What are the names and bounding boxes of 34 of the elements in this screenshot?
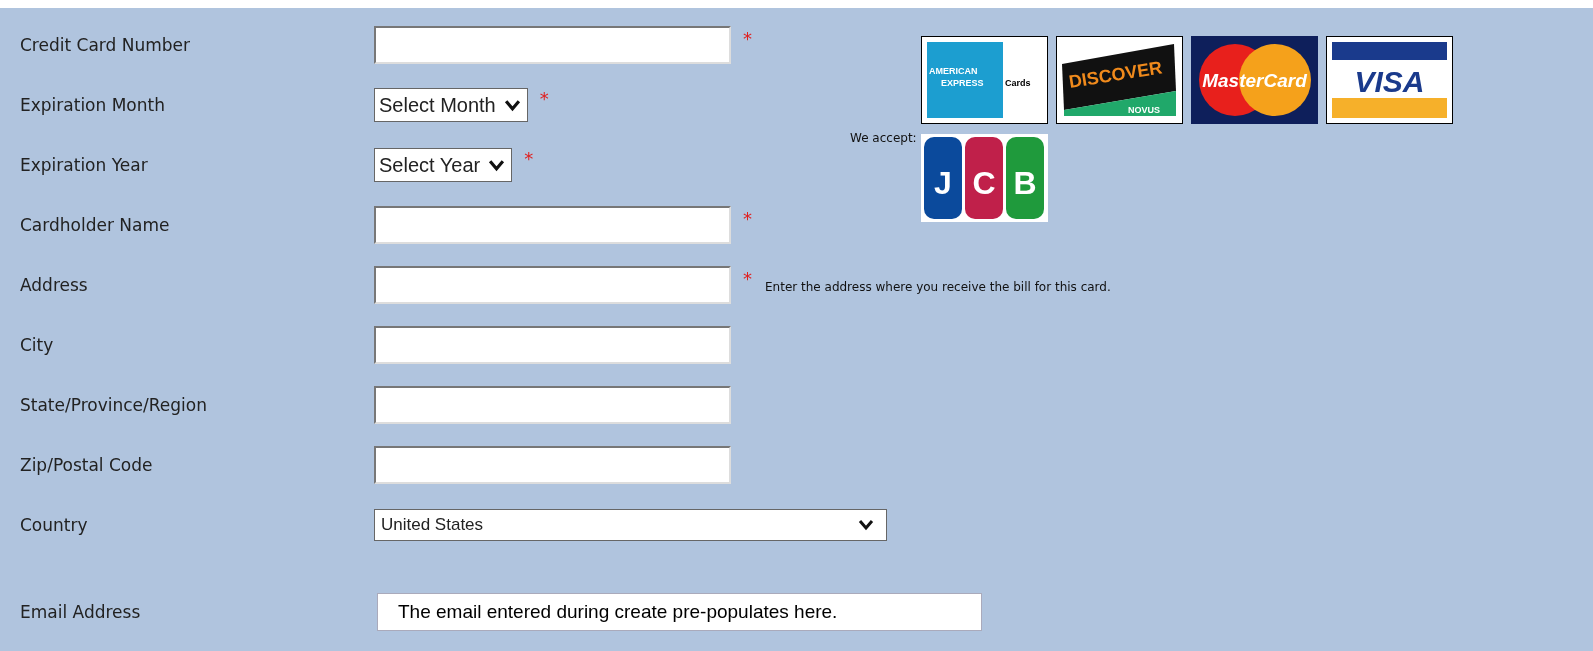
- text-field[interactable]: [374, 26, 731, 64]
- text-field[interactable]: [374, 446, 731, 484]
- required-asterisk: *: [743, 28, 752, 49]
- required-asterisk: *: [743, 268, 752, 289]
- we-accept-label: We accept:: [850, 131, 917, 145]
- field-label: Credit Card Number: [20, 35, 191, 55]
- dropdown[interactable]: United States: [374, 509, 887, 541]
- card-logo: J C B: [920, 134, 1048, 222]
- text-field[interactable]: [374, 326, 731, 364]
- field-label: City: [20, 335, 55, 355]
- text-field[interactable]: [374, 266, 731, 304]
- field-label: State/Province/Region: [20, 395, 208, 415]
- dropdown[interactable]: Select Month: [374, 88, 528, 122]
- required-asterisk: *: [539, 88, 549, 109]
- hint-text: Enter the address where you receive the bill for this card.: [765, 280, 1112, 294]
- card-logo: AMERICAN EXPRESS Cards: [920, 36, 1048, 124]
- text-field[interactable]: [374, 206, 731, 244]
- dropdown[interactable]: Select Year: [374, 148, 513, 182]
- card-logo: DISCOVER NOVUS: [1055, 36, 1183, 124]
- required-asterisk: *: [524, 148, 534, 169]
- text-field[interactable]: [374, 386, 731, 424]
- chevron-down-icon: [503, 98, 521, 112]
- field-label: Zip/Postal Code: [20, 455, 154, 475]
- field-label: Address: [20, 275, 89, 295]
- card-logo: VISA: [1325, 36, 1453, 124]
- field-label: Email Address: [20, 602, 142, 622]
- chevron-down-icon: [488, 158, 506, 172]
- email-field[interactable]: The email entered during create pre-populates here.: [377, 593, 982, 631]
- field-label: Cardholder Name: [20, 215, 171, 235]
- chevron-down-icon: [858, 519, 874, 531]
- required-asterisk: *: [743, 208, 752, 229]
- field-label: Country: [20, 515, 89, 535]
- field-label: Expiration Month: [20, 95, 166, 115]
- field-label: Expiration Year: [20, 155, 149, 175]
